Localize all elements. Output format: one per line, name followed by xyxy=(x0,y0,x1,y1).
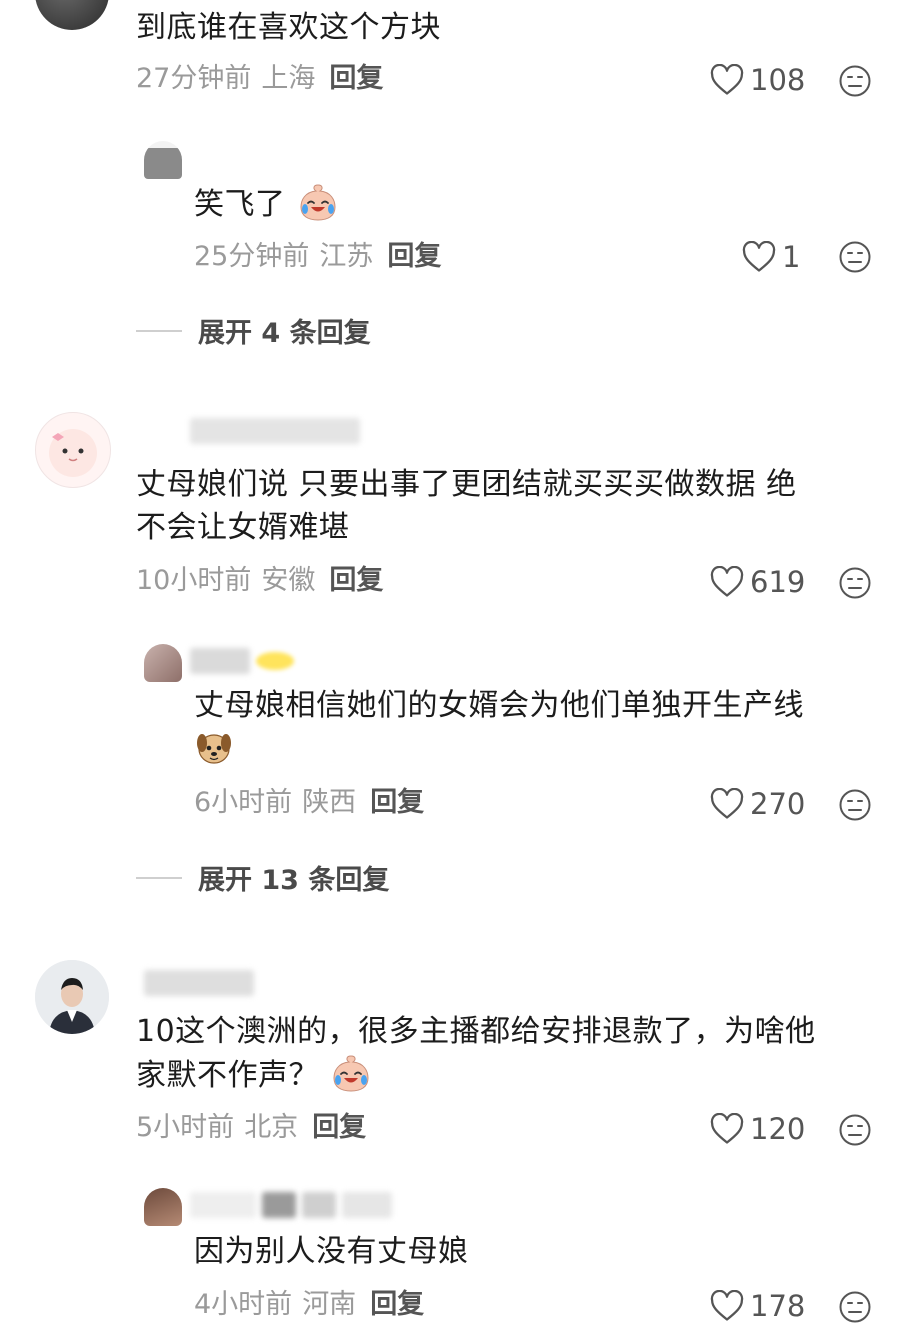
avatar[interactable] xyxy=(144,141,182,179)
comment-text-line: 不会让女婿难堪 xyxy=(136,510,350,545)
neutral-face-icon[interactable] xyxy=(838,64,872,98)
comment-text-content: 家默不作声？ xyxy=(136,1058,319,1093)
like-count: 270 xyxy=(750,787,806,821)
expand-replies-button[interactable]: 展开 13 条回复 xyxy=(136,858,389,897)
dog-emoji xyxy=(197,734,231,764)
expand-replies-label: 展开 13 条回复 xyxy=(198,865,390,896)
expand-replies-label: 展开 4 条回复 xyxy=(198,318,371,349)
like-count: 1 xyxy=(782,240,801,274)
comment-location: 北京 xyxy=(244,1112,299,1143)
divider xyxy=(136,329,182,332)
reply-text: 丈母娘相信她们的女婿会为他们单独开生产线 xyxy=(194,684,884,771)
like-button[interactable]: 120 xyxy=(710,1112,805,1146)
neutral-face-icon[interactable] xyxy=(838,240,872,274)
username-blurred xyxy=(190,416,360,446)
comment-location: 安徽 xyxy=(261,565,316,596)
laugh-cry-emoji xyxy=(333,1055,369,1092)
like-count: 120 xyxy=(750,1112,806,1146)
reply-text-content: 笑飞了 xyxy=(194,187,286,222)
reply-button[interactable]: 回复 xyxy=(312,1112,366,1143)
neutral-face-icon[interactable] xyxy=(838,566,872,600)
like-button[interactable]: 270 xyxy=(710,787,805,821)
reply-location: 陕西 xyxy=(302,787,357,818)
divider xyxy=(136,876,182,879)
reply-text: 笑飞了 xyxy=(194,182,338,226)
heart-outline-icon xyxy=(710,64,744,95)
comment-time: 5小时前 xyxy=(136,1112,235,1143)
comment-text-line: 10这个澳洲的，很多主播都给安排退款了，为啥他 xyxy=(136,1014,816,1049)
comment-text-line-2: 家默不作声？ xyxy=(136,1053,896,1097)
comment-location: 上海 xyxy=(261,63,316,94)
reply-meta: 6小时前 陕西 回复 xyxy=(194,786,424,820)
expand-replies-button[interactable]: 展开 4 条回复 xyxy=(136,311,371,350)
reply-text: 因为别人没有丈母娘 xyxy=(194,1234,469,1269)
heart-outline-icon xyxy=(742,241,776,272)
like-button[interactable]: 108 xyxy=(710,63,805,97)
like-count: 108 xyxy=(750,63,806,97)
username-blurred xyxy=(144,968,254,998)
neutral-face-icon[interactable] xyxy=(838,788,872,822)
reply-meta: 25分钟前 江苏 回复 xyxy=(194,240,441,274)
comment-meta: 5小时前 北京 回复 xyxy=(136,1111,366,1145)
avatar[interactable] xyxy=(35,960,109,1034)
avatar-image xyxy=(35,960,109,1034)
heart-outline-icon xyxy=(710,566,744,597)
reply-time: 4小时前 xyxy=(194,1289,293,1320)
avatar[interactable] xyxy=(144,1188,182,1226)
reply-location: 河南 xyxy=(302,1289,357,1320)
like-button[interactable]: 619 xyxy=(710,565,805,599)
reply-button[interactable]: 回复 xyxy=(329,63,383,94)
comment-time: 10小时前 xyxy=(136,565,252,596)
comment-text: 到底谁在喜欢这个方块 xyxy=(136,10,441,45)
avatar[interactable] xyxy=(144,644,182,682)
comment-text-line: 丈母娘们说 只要出事了更团结就买买买做数据 绝 xyxy=(136,467,797,502)
heart-outline-icon xyxy=(710,1290,744,1321)
comment-text: 丈母娘们说 只要出事了更团结就买买买做数据 绝 不会让女婿难堪 xyxy=(136,463,876,549)
like-button[interactable]: 1 xyxy=(742,240,800,274)
neutral-face-icon[interactable] xyxy=(838,1290,872,1324)
reply-button[interactable]: 回复 xyxy=(329,565,383,596)
reply-time: 6小时前 xyxy=(194,787,293,818)
avatar-image xyxy=(49,429,97,477)
like-count: 619 xyxy=(750,565,806,599)
username-blurred xyxy=(190,1190,392,1220)
reply-location: 江苏 xyxy=(319,241,374,272)
comment-meta: 27分钟前 上海 回复 xyxy=(136,62,383,96)
like-count: 178 xyxy=(750,1289,806,1323)
username-blurred xyxy=(190,646,294,676)
reply-button[interactable]: 回复 xyxy=(370,1289,424,1320)
reply-meta: 4小时前 河南 回复 xyxy=(194,1288,424,1322)
avatar[interactable] xyxy=(35,412,111,488)
heart-outline-icon xyxy=(710,1113,744,1144)
reply-time: 25分钟前 xyxy=(194,241,310,272)
laugh-cry-emoji xyxy=(300,184,336,221)
neutral-face-icon[interactable] xyxy=(838,1113,872,1147)
comment-time: 27分钟前 xyxy=(136,63,252,94)
heart-outline-icon xyxy=(710,788,744,819)
reply-button[interactable]: 回复 xyxy=(370,787,424,818)
avatar[interactable] xyxy=(35,0,109,30)
reply-button[interactable]: 回复 xyxy=(387,241,441,272)
reply-text-content: 丈母娘相信她们的女婿会为他们单独开生产线 xyxy=(194,688,804,723)
comment-text: 10这个澳洲的，很多主播都给安排退款了，为啥他 家默不作声？ xyxy=(136,1010,896,1097)
like-button[interactable]: 178 xyxy=(710,1289,805,1323)
comment-meta: 10小时前 安徽 回复 xyxy=(136,564,383,598)
